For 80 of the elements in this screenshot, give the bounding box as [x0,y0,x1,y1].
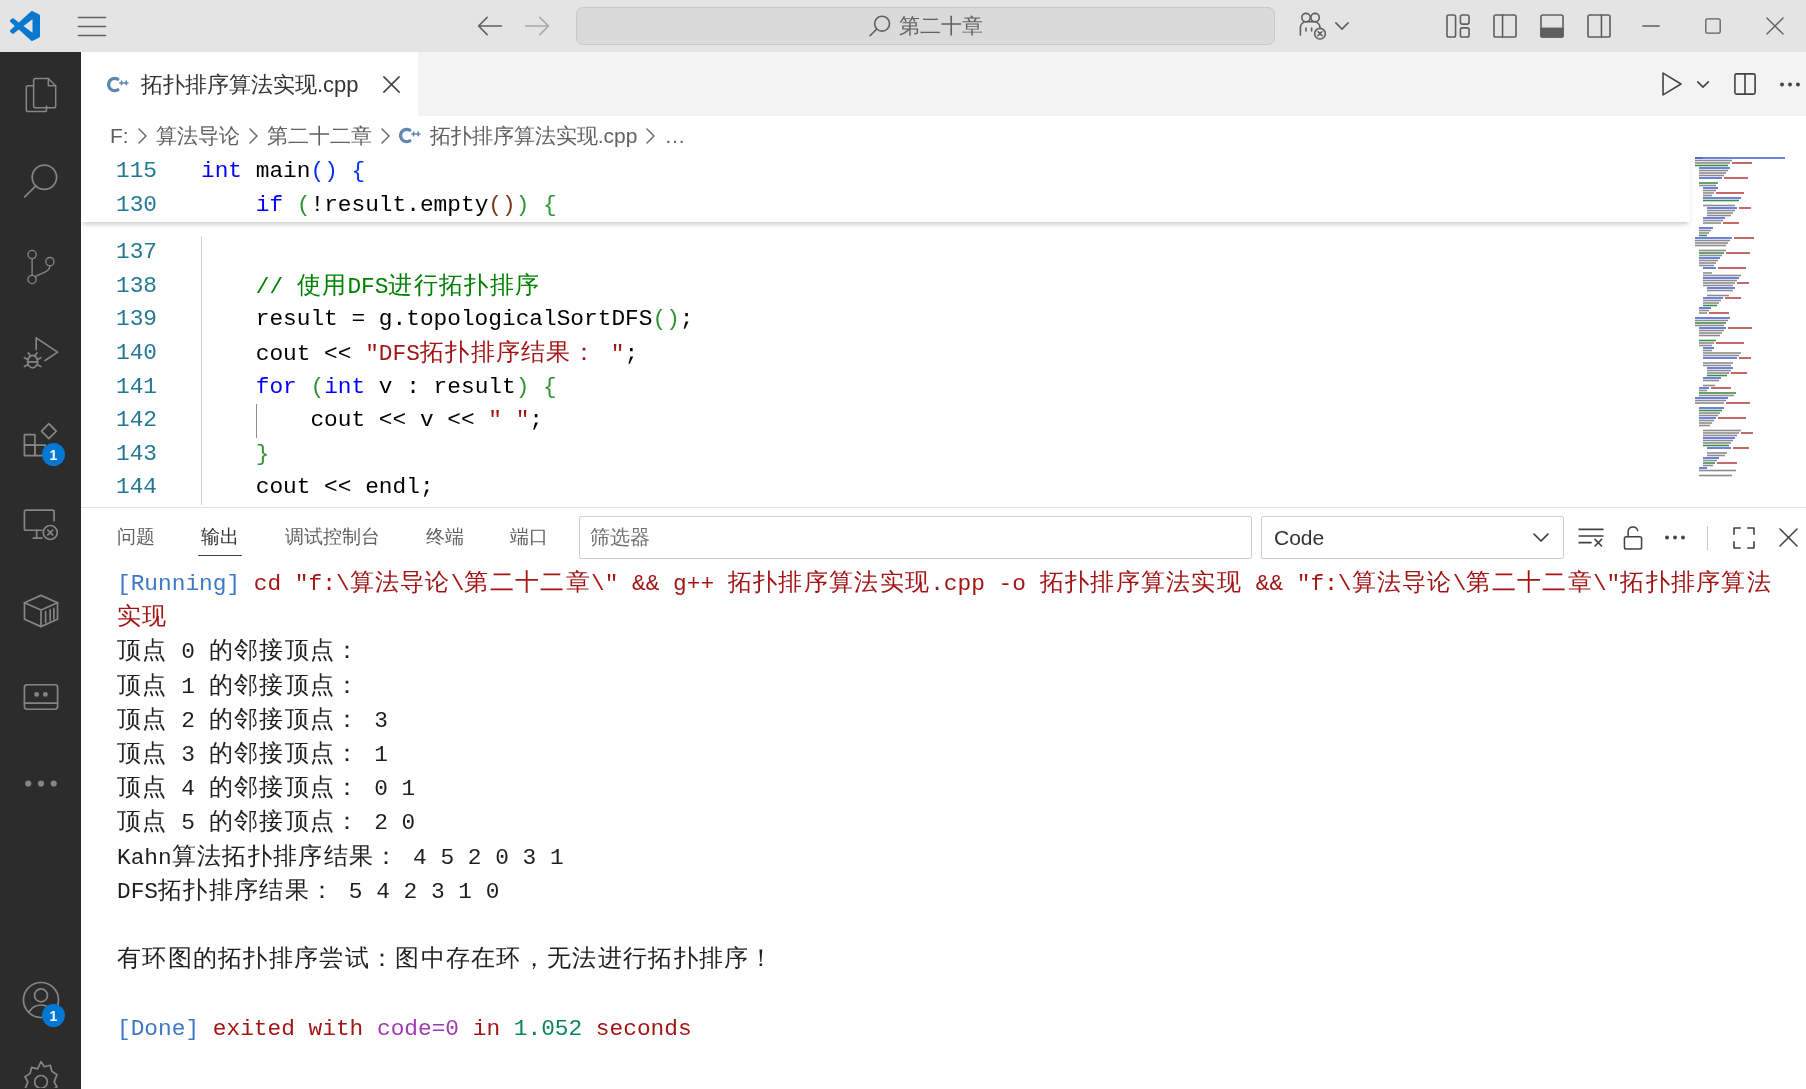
close-icon[interactable] [1779,528,1798,547]
notification-badge: 1 [42,443,65,466]
code-line: // 使用DFS进行拓扑排序 [255,271,541,302]
close-icon[interactable] [382,75,400,93]
code-line: for (int v : result) { [255,372,557,402]
monitor-icon[interactable] [22,507,59,543]
output-line: Kahn算法拓扑排序结果： 4 5 2 0 3 1 [117,842,565,873]
unlocked-padlock-icon[interactable] [1623,525,1643,550]
breadcrumb-item[interactable]: 算法导论 [155,119,240,152]
chevron-down-icon[interactable] [1697,80,1709,88]
chevron-right-icon [380,127,390,144]
line-number: 143 [114,439,157,469]
maximize-icon[interactable] [1705,18,1721,34]
cpp-file-icon [398,127,421,144]
editor-tab[interactable]: 拓扑排序算法实现.cpp [81,52,418,116]
line-number: 138 [114,271,157,301]
account-icon[interactable] [21,981,60,1019]
code-line: cout << "DFS拓扑排序结果： "; [255,338,639,369]
layout-icon[interactable] [1446,14,1470,38]
search-icon [868,15,891,37]
line-number: 140 [114,338,157,368]
chevron-right-icon [646,127,656,144]
channel-dropdown[interactable]: Code [1261,516,1564,559]
robot-head-icon[interactable] [1299,12,1327,40]
panel-tab[interactable]: 输出 [198,519,242,556]
menu-icon[interactable] [77,15,107,37]
cpp-file-icon [107,75,129,93]
run-icon[interactable] [1662,72,1682,96]
line-number: 130 [114,190,157,220]
close-icon[interactable] [1766,17,1784,35]
package-box-icon[interactable] [22,593,59,629]
chevron-down-icon[interactable] [1335,22,1349,30]
panel-tab[interactable]: 端口 [507,519,551,556]
output-line: [Running] cd "f:\算法导论\第二十二章\" && g++ 拓扑排序算法实现.cpp -o 拓扑排序算法实现 && "f:\算法导论\第二十二章\"拓扑排序算法实现 [117,569,1774,634]
maximize-icon[interactable] [1733,526,1755,549]
filter-field[interactable]: 筛选器 [579,516,1252,559]
breadcrumb-item[interactable]: 第二十二章 [266,119,372,152]
clear-output-icon[interactable] [1578,527,1604,548]
bottom-panel-icon[interactable] [1540,14,1564,38]
chevron-down-icon [1533,533,1549,542]
output-line: 顶点 4 的邻接顶点： 0 1 [117,774,417,805]
output-line: 顶点 3 的邻接顶点： 1 [117,740,389,770]
right-sidebar-icon[interactable] [1587,14,1611,38]
line-number: 141 [114,372,157,402]
code-line: if (!result.empty()) { [255,190,557,220]
code-line: cout << endl; [255,473,434,503]
output-line: 顶点 0 的邻接顶点： [117,637,362,668]
panel-tab[interactable]: 终端 [423,519,467,556]
line-number: 144 [114,473,157,503]
line-number: 139 [114,305,157,335]
chevron-right-icon [248,127,258,144]
output-line: DFS拓扑排序结果： 5 4 2 3 1 0 [117,876,501,907]
panel-tab[interactable]: 问题 [114,519,158,556]
breadcrumb-item[interactable]: … [664,119,686,152]
code-line: int main() { [201,157,366,186]
breadcrumb-item[interactable]: F: [110,119,129,152]
output-line: 有环图的拓扑排序尝试：图中存在环，无法进行拓扑排序！ [117,945,776,976]
left-sidebar-icon[interactable] [1493,14,1517,38]
code-line: result = g.topologicalSortDFS(); [255,305,694,335]
output-line: [Done] exited with code=0 in 1.052 seconds [117,1014,693,1044]
code-line: cout << v << " "; [310,406,544,436]
chevron-right-icon [137,127,147,144]
more-icon[interactable] [1665,535,1685,540]
code-line: } [255,439,270,469]
more-icon[interactable] [1780,81,1800,87]
panel-tab[interactable]: 调试控制台 [282,519,383,556]
split-editor-icon[interactable] [1734,73,1756,95]
output-line: 顶点 1 的邻接顶点： [117,671,362,702]
line-number: 137 [114,238,157,268]
breadcrumb-item[interactable]: 拓扑排序算法实现.cpp [398,119,638,152]
search-icon[interactable] [22,163,59,199]
back-arrow-icon[interactable] [477,16,503,36]
notification-badge: 1 [42,1004,65,1027]
line-number: 115 [114,157,157,186]
logo-icon [10,11,40,41]
command-center-search[interactable]: 第二十章 [576,7,1275,45]
output-line: 顶点 5 的邻接顶点： 2 0 [117,808,417,839]
output-line: 顶点 2 的邻接顶点： 3 [117,705,389,736]
play-bug-icon[interactable] [22,335,59,371]
line-number: 142 [114,406,157,436]
